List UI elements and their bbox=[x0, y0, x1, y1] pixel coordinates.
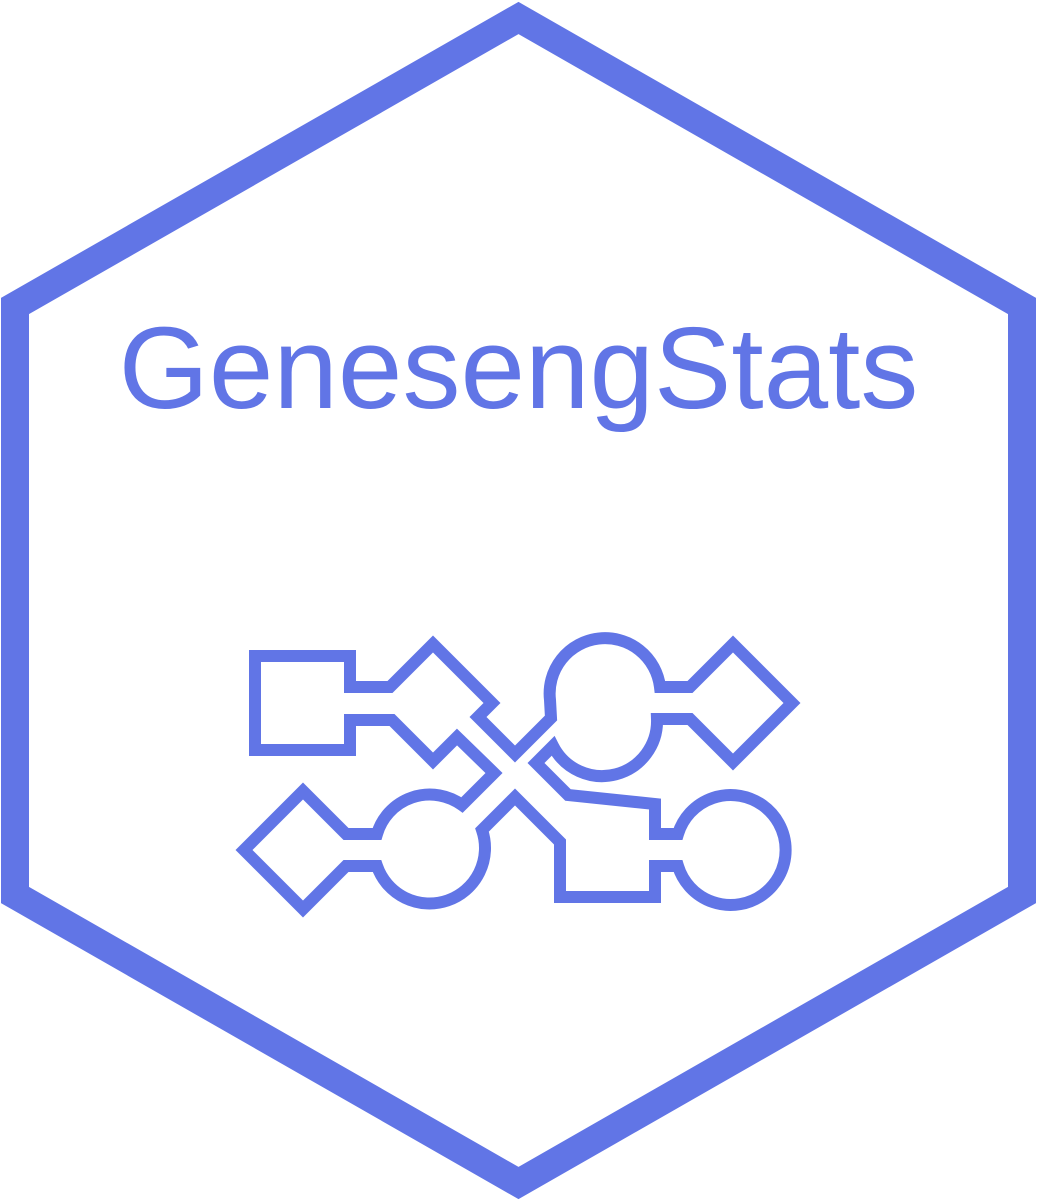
hexagon-border bbox=[0, 1, 1036, 1200]
package-title: GenesengStats bbox=[119, 303, 919, 433]
hex-sticker-logo: GenesengStats bbox=[0, 0, 1037, 1200]
hex-sticker-svg: GenesengStats bbox=[0, 1, 1036, 1200]
